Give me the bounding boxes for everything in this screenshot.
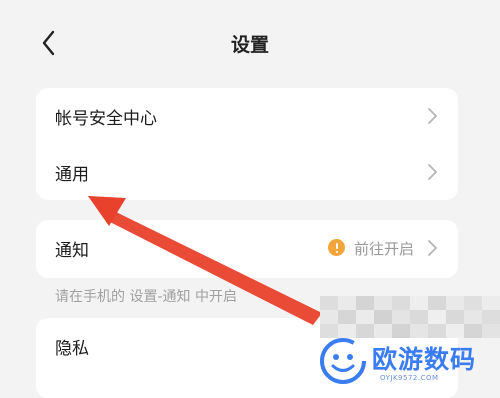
chevron-right-icon [428, 240, 437, 256]
account-security-label: 帐号安全中心 [55, 109, 157, 129]
mosaic-overlay [320, 296, 500, 338]
page-title: 设置 [230, 34, 269, 56]
general-label: 通用 [55, 165, 89, 185]
watermark: 欧游数码 OYJK9572.COM [318, 336, 500, 388]
privacy-label: 隐私 [55, 339, 89, 359]
notifications-label: 通知 [55, 241, 89, 261]
watermark-name: 欧游数码 [372, 345, 477, 374]
settings-group-account: 帐号安全中心 通用 [36, 88, 458, 200]
notifications-status: 前往开启 [353, 240, 414, 258]
watermark-logo-icon [320, 338, 366, 384]
settings-group-notifications: 通知 前往开启 [36, 220, 458, 278]
general-row[interactable]: 通用 [36, 144, 458, 200]
account-security-row[interactable]: 帐号安全中心 [36, 88, 458, 144]
chevron-right-icon [428, 164, 437, 180]
notification-hint: 请在手机的 设置-通知 中开启 [55, 289, 237, 305]
top-bar: 设置 [0, 0, 500, 88]
notifications-row[interactable]: 通知 前往开启 [36, 220, 458, 276]
watermark-url: OYJK9572.COM [380, 374, 439, 382]
chevron-right-icon [428, 108, 437, 124]
warning-icon [328, 239, 345, 256]
